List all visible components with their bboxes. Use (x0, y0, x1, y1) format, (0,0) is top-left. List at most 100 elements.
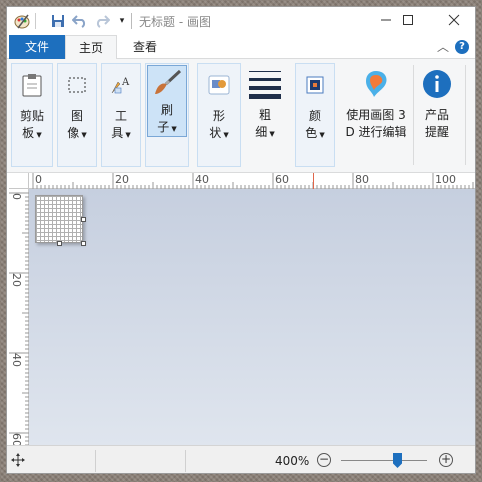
brush-label-2: 子 (157, 120, 170, 134)
h-ruler-label: 80 (355, 173, 369, 186)
brush-button[interactable]: 刷子 ▼ (147, 65, 187, 137)
ribbon-separator (413, 65, 414, 165)
dropdown-arrow-icon: ▼ (123, 131, 131, 139)
size-label-1: 粗 (258, 108, 271, 122)
colors-label-1: 颜 (308, 109, 321, 123)
h-ruler-label: 40 (195, 173, 209, 186)
title-divider-2 (131, 13, 132, 29)
paint3d-label-1: 使用画图 3 (346, 108, 406, 122)
ribbon-tabs: 文件 主页 查看 ︿ ? (7, 35, 475, 60)
title-bar: ▾ 无标题 - 画图 (7, 7, 475, 35)
shapes-label-2: 状 (209, 126, 222, 140)
status-divider (185, 450, 186, 472)
image-group: 图像 ▼ (57, 63, 97, 167)
image-label-1: 图 (70, 109, 83, 123)
v-ruler-label: 0 (10, 193, 23, 200)
customize-toolbar-icon[interactable]: ▾ (113, 12, 131, 30)
colors-button[interactable]: 颜色 ▼ (296, 64, 334, 166)
zoom-out-button[interactable]: − (317, 453, 331, 467)
colors-group: 颜色 ▼ (295, 63, 335, 167)
status-bar: 400% − + (7, 445, 475, 473)
close-button[interactable] (433, 7, 475, 33)
save-icon[interactable] (49, 12, 67, 30)
paint3d-icon (361, 69, 391, 99)
paint-app-icon[interactable] (13, 12, 31, 30)
horizontal-ruler: 0 20 40 60 80 100 (29, 173, 475, 189)
move-cursor-icon (11, 453, 25, 470)
ruler-corner (9, 173, 29, 189)
edit-with-paint3d-button[interactable]: 使用画图 3 D 进行编辑 (341, 63, 411, 167)
brush-icon (150, 68, 184, 100)
h-ruler-label: 20 (115, 173, 129, 186)
tools-group: A 工具 ▼ (101, 63, 141, 167)
v-ruler-label: 20 (10, 273, 23, 287)
colors-icon (300, 70, 330, 100)
title-divider (35, 13, 36, 29)
tools-icon: A (106, 70, 136, 100)
redo-icon[interactable] (93, 12, 111, 30)
paint-window: ▾ 无标题 - 画图 文件 主页 查看 ︿ ? 剪贴板 ▼ 图 像 ▼ A 工 … (6, 6, 476, 474)
dropdown-arrow-icon: ▼ (169, 125, 177, 133)
v-ruler-label: 40 (10, 353, 23, 367)
image-button[interactable]: 图像 ▼ (58, 64, 96, 166)
dropdown-arrow-icon: ▼ (79, 131, 87, 139)
vertical-ruler: 0 20 40 60 (9, 189, 29, 447)
canvas-workspace[interactable] (29, 189, 475, 445)
dropdown-arrow-icon: ▼ (221, 131, 229, 139)
zoom-slider-thumb[interactable] (393, 453, 402, 468)
help-icon[interactable]: ? (455, 40, 469, 54)
ribbon-separator-2 (465, 65, 466, 165)
h-ruler-label: 60 (275, 173, 289, 186)
select-icon (62, 70, 92, 100)
ribbon: 剪贴板 ▼ 图像 ▼ A 工具 ▼ 刷 子 ▼ 形 状 ▼ 粗 细 ▼ 颜 色 … (7, 59, 475, 173)
status-divider (95, 450, 96, 472)
clipboard-button[interactable]: 剪贴板 ▼ (12, 64, 52, 166)
alert-label-1: 产品 (424, 108, 449, 122)
size-label-2: 细 (255, 125, 268, 139)
info-icon (422, 69, 452, 99)
window-title: 无标题 - 画图 (139, 15, 211, 29)
tools-label-2: 具 (111, 126, 124, 140)
drawing-canvas[interactable] (35, 195, 83, 243)
dropdown-arrow-icon: ▼ (34, 131, 42, 139)
resize-handle-right[interactable] (81, 217, 86, 222)
brush-group: 刷子 ▼ (145, 63, 189, 167)
brush-label-1: 刷 (160, 103, 173, 117)
tab-view[interactable]: 查看 (119, 35, 171, 59)
line-size-icon (248, 69, 282, 99)
shapes-icon (204, 70, 234, 100)
svg-text:A: A (121, 77, 130, 88)
zoom-level: 400% (275, 454, 310, 468)
dropdown-arrow-icon: ▼ (267, 130, 275, 138)
shapes-group: 形状 ▼ (197, 63, 241, 167)
clipboard-label-2: 板 (22, 126, 35, 140)
clipboard-icon (17, 70, 47, 100)
tab-file[interactable]: 文件 (9, 35, 65, 59)
clipboard-group: 剪贴板 ▼ (11, 63, 53, 167)
zoom-in-button[interactable]: + (439, 453, 453, 467)
colors-label-2: 色 (305, 126, 318, 140)
image-label-2: 像 (67, 126, 80, 140)
product-alert-button[interactable]: 产品 提醒 (417, 63, 457, 167)
shapes-label-1: 形 (212, 109, 225, 123)
resize-handle-bottom[interactable] (57, 241, 62, 246)
maximize-button[interactable] (387, 7, 429, 33)
horizontal-ruler-ticks (32, 173, 474, 189)
shapes-button[interactable]: 形状 ▼ (198, 64, 240, 166)
h-ruler-label: 100 (435, 173, 456, 186)
resize-handle-corner[interactable] (81, 241, 86, 246)
tools-label-1: 工 (114, 109, 127, 123)
paint3d-label-2: D 进行编辑 (345, 125, 407, 139)
cursor-position-marker (313, 173, 314, 189)
dropdown-arrow-icon: ▼ (317, 131, 325, 139)
vertical-ruler-ticks (9, 192, 29, 445)
h-ruler-label: 0 (35, 173, 42, 186)
clipboard-label-1: 剪贴 (19, 109, 44, 123)
tools-button[interactable]: A 工具 ▼ (102, 64, 140, 166)
zoom-slider-track[interactable] (341, 460, 427, 461)
collapse-ribbon-icon[interactable]: ︿ (437, 38, 449, 55)
alert-label-2: 提醒 (424, 125, 449, 139)
undo-icon[interactable] (71, 12, 89, 30)
tab-home[interactable]: 主页 (65, 35, 117, 60)
size-button[interactable]: 粗细 ▼ (245, 63, 285, 167)
